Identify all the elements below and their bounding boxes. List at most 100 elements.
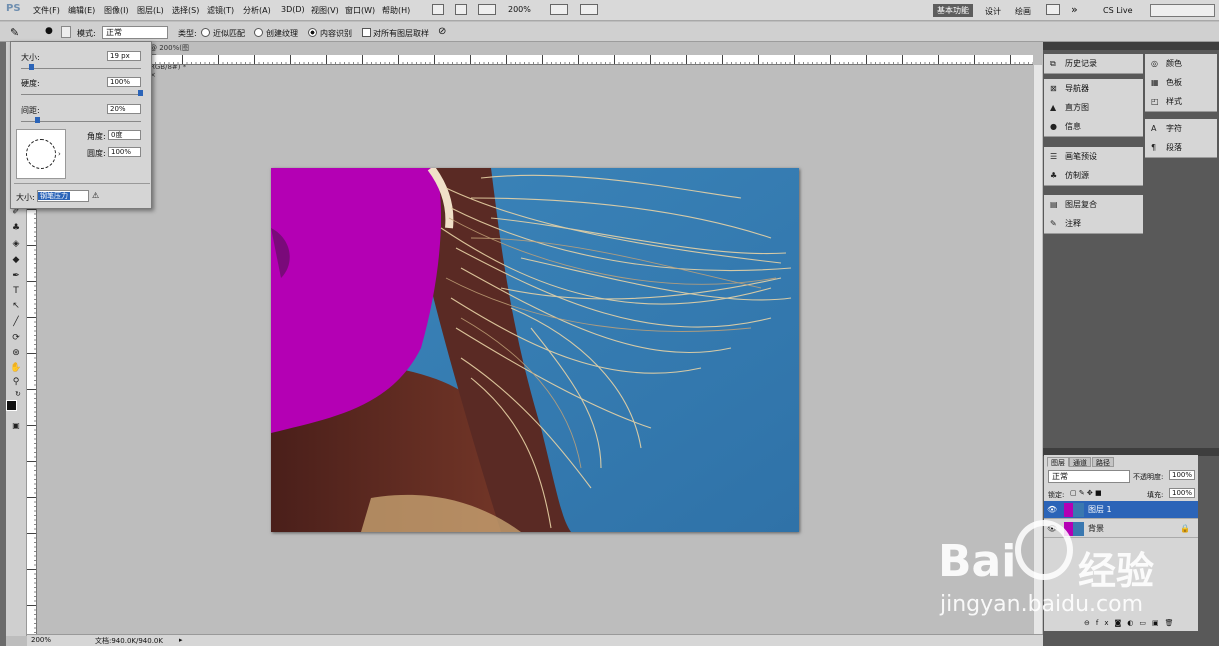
hand-tool-icon[interactable]: ✋ xyxy=(9,362,23,374)
panel-styles-label: 样式 xyxy=(1166,97,1182,106)
radio-content-aware[interactable] xyxy=(308,28,317,37)
fill-input[interactable]: 100% xyxy=(1169,488,1195,498)
document-canvas-image[interactable] xyxy=(271,168,799,532)
angle-input[interactable]: 0度 xyxy=(108,130,141,140)
panel-info[interactable]: ● 信息 xyxy=(1044,117,1143,136)
notes-icon: ✎ xyxy=(1050,219,1057,228)
opacity-input[interactable]: 100% xyxy=(1169,470,1195,480)
line-tool-icon[interactable]: ╱ xyxy=(9,316,23,328)
menu-filter[interactable]: 滤镜(T) xyxy=(207,5,234,16)
panel-notes[interactable]: ✎ 注释 xyxy=(1044,214,1143,233)
size-input[interactable]: 19 px xyxy=(107,51,141,61)
hardness-input[interactable]: 100% xyxy=(107,77,141,87)
pen-tool-icon[interactable]: ✒ xyxy=(9,270,23,282)
document-tab[interactable]: @ 200%(图层 1, RGB/8#) * × xyxy=(150,43,190,79)
blend-mode-select[interactable]: 正常 xyxy=(1048,470,1130,483)
swap-colors-icon[interactable]: ↻ xyxy=(15,390,23,398)
brush-preset-icon[interactable]: ● xyxy=(45,26,55,38)
menu-3d[interactable]: 3D(D) xyxy=(281,5,305,14)
3d-rotate-icon[interactable]: ⟳ xyxy=(9,332,23,344)
tab-channels[interactable]: 通道 xyxy=(1069,457,1091,467)
status-doc-size[interactable]: 文档:940.0K/940.0K xyxy=(95,636,163,646)
panel-styles[interactable]: ◰ 样式 xyxy=(1145,92,1217,111)
histogram-icon: ▲ xyxy=(1050,103,1057,112)
panel-swatches[interactable]: ▦ 色板 xyxy=(1145,73,1217,92)
screen-mode-icon[interactable] xyxy=(580,4,598,15)
radio-content-aware-label: 内容识别 xyxy=(320,29,352,38)
zoom-tool-icon[interactable]: ⚲ xyxy=(9,376,23,388)
sample-all-layers-checkbox[interactable] xyxy=(362,28,371,37)
workspace-painting-button[interactable]: 绘画 xyxy=(1015,6,1031,17)
mode-label: 模式: xyxy=(77,29,96,38)
menu-file[interactable]: 文件(F) xyxy=(33,5,60,16)
eraser-icon[interactable]: ◈ xyxy=(9,238,23,250)
hardness-slider-track[interactable] xyxy=(21,94,141,95)
spot-healing-brush-icon[interactable]: ✎ xyxy=(10,26,28,39)
panel-character[interactable]: A 字符 xyxy=(1145,119,1217,138)
menu-edit[interactable]: 编辑(E) xyxy=(68,5,95,16)
menu-window[interactable]: 窗口(W) xyxy=(345,5,375,16)
panel-history[interactable]: ⧉ 历史记录 xyxy=(1044,54,1143,73)
panel-paragraph[interactable]: ¶ 段落 xyxy=(1145,138,1217,157)
opacity-label: 不透明度: xyxy=(1133,473,1164,481)
brush-picker-dropdown[interactable] xyxy=(61,26,71,38)
menu-view[interactable]: 视图(V) xyxy=(311,5,339,16)
foreground-color-swatch[interactable] xyxy=(6,400,17,411)
more-workspaces-button[interactable]: » xyxy=(1071,3,1078,16)
brush-angle-preview[interactable]: › xyxy=(16,129,66,179)
arrange-documents-icon[interactable] xyxy=(550,4,568,15)
size-slider-track[interactable] xyxy=(21,68,141,69)
menu-help[interactable]: 帮助(H) xyxy=(382,5,410,16)
window-controls[interactable] xyxy=(1150,4,1215,17)
panel-color[interactable]: ◎ 颜色 xyxy=(1145,54,1217,73)
mode-select[interactable]: 正常 xyxy=(102,26,168,39)
workspace-essentials-button[interactable]: 基本功能 xyxy=(933,4,973,17)
watermark-brand-2: 经验 xyxy=(1078,549,1155,593)
pressure-select[interactable]: 钢笔压力 xyxy=(37,190,89,202)
3d-orbit-icon[interactable]: ⊛ xyxy=(9,347,23,359)
app-logo: PS xyxy=(6,3,21,14)
panel-brush-presets[interactable]: ☰ 画笔预设 xyxy=(1044,147,1143,166)
swatches-icon: ▦ xyxy=(1151,78,1159,87)
view-extras-icon[interactable] xyxy=(478,4,496,15)
brush-presets-icon: ☰ xyxy=(1050,152,1058,161)
minibridge-icon[interactable] xyxy=(455,4,467,15)
panel-notes-label: 注释 xyxy=(1065,219,1081,228)
photography-icon[interactable] xyxy=(1046,4,1060,15)
menu-image[interactable]: 图像(I) xyxy=(104,5,129,16)
dock-title-bar[interactable] xyxy=(1043,42,1219,50)
panel-histogram[interactable]: ▲ 直方图 xyxy=(1044,98,1143,117)
type-tool-icon[interactable]: T xyxy=(9,285,23,297)
bridge-icon[interactable] xyxy=(432,4,444,15)
cs-live-button[interactable]: CS Live xyxy=(1103,6,1133,15)
panel-character-label: 字符 xyxy=(1166,124,1182,133)
menu-analysis[interactable]: 分析(A) xyxy=(243,5,271,16)
zoom-level-dropdown[interactable]: 200% xyxy=(508,5,531,14)
panel-histogram-label: 直方图 xyxy=(1065,103,1089,112)
quick-mask-icon[interactable]: ▣ xyxy=(9,420,23,432)
menu-layer[interactable]: 图层(L) xyxy=(137,5,164,16)
panel-navigator[interactable]: ⊠ 导航器 xyxy=(1044,79,1143,98)
panel-layer-comps[interactable]: ▤ 图层复合 xyxy=(1044,195,1143,214)
blur-tool-icon[interactable]: ◆ xyxy=(9,254,23,266)
roundness-input[interactable]: 100% xyxy=(108,147,141,157)
panel-clone-source[interactable]: ♣ 仿制源 xyxy=(1044,166,1143,185)
lock-icons[interactable]: ▢ ✎ ✥ ■ xyxy=(1070,489,1102,497)
radio-create-texture[interactable] xyxy=(254,28,263,37)
panel-paragraph-label: 段落 xyxy=(1166,143,1182,152)
menu-select[interactable]: 选择(S) xyxy=(172,5,199,16)
hardness-slider-thumb[interactable] xyxy=(138,90,143,96)
spacing-slider-thumb[interactable] xyxy=(35,117,40,123)
tab-paths[interactable]: 路径 xyxy=(1092,457,1114,467)
size-slider-thumb[interactable] xyxy=(29,64,34,70)
spacing-input[interactable]: 20% xyxy=(107,104,141,114)
pressure-icon[interactable]: ⊘ xyxy=(438,26,446,37)
workspace-design-button[interactable]: 设计 xyxy=(985,6,1001,17)
radio-proximity-label: 近似匹配 xyxy=(213,29,245,38)
tab-layers[interactable]: 图层 xyxy=(1047,457,1069,467)
clone-stamp-icon[interactable]: ♣ xyxy=(9,222,23,234)
path-selection-icon[interactable]: ↖ xyxy=(9,300,23,312)
status-zoom[interactable]: 200% xyxy=(31,636,51,644)
radio-proximity-match[interactable] xyxy=(201,28,210,37)
status-arrow-icon[interactable]: ▸ xyxy=(179,636,183,644)
